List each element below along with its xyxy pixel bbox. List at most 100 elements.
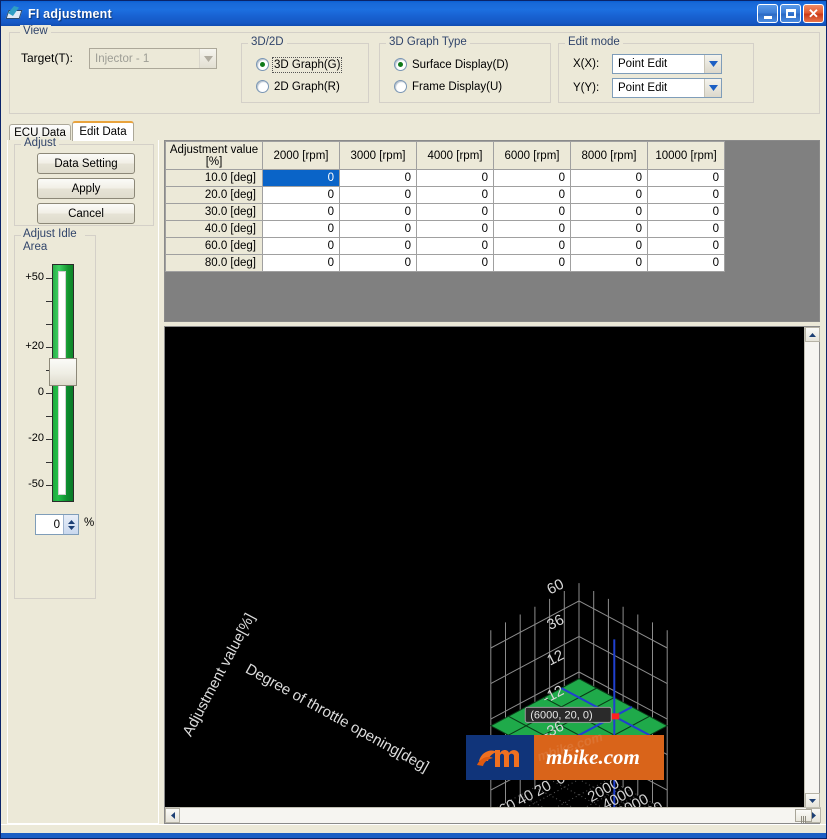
hscroll-thumb[interactable]	[795, 809, 812, 823]
target-combobox[interactable]: Injector - 1	[89, 48, 217, 69]
table-cell-5-5[interactable]: 0	[647, 254, 725, 272]
stepper-buttons[interactable]	[63, 515, 78, 534]
table-cell-5-0[interactable]: 0	[262, 254, 340, 272]
scroll-down-button[interactable]	[805, 793, 820, 808]
table-col-header-3[interactable]: 6000 [rpm]	[493, 141, 571, 170]
graph-vertical-scrollbar[interactable]	[804, 327, 820, 808]
minimize-button[interactable]	[757, 4, 778, 23]
table-cell-5-4[interactable]: 0	[570, 254, 648, 272]
table-col-header-4[interactable]: 8000 [rpm]	[570, 141, 648, 170]
table-cell-2-5[interactable]: 0	[647, 203, 725, 221]
chevron-down-icon	[67, 525, 75, 530]
table-row[interactable]: 10.0 [deg] 0 0 0 0 0 0	[165, 169, 725, 187]
scroll-left-button[interactable]	[165, 808, 180, 823]
apply-button[interactable]: Apply	[37, 178, 135, 199]
table-cell-5-1[interactable]: 0	[339, 254, 417, 272]
idle-slider-thumb[interactable]	[49, 358, 77, 386]
table-cell-2-4[interactable]: 0	[570, 203, 648, 221]
adjust-idle-area-group: Adjust Idle Area +50 +20 0 -20 -50 0 %	[14, 228, 96, 599]
edit-mode-y-combobox[interactable]: Point Edit	[612, 78, 722, 98]
table-col-header-0[interactable]: 2000 [rpm]	[262, 141, 340, 170]
cancel-button[interactable]: Cancel	[37, 203, 135, 224]
app-icon	[5, 6, 23, 21]
edit-mode-y-value: Point Edit	[618, 82, 668, 94]
table-cell-5-2[interactable]: 0	[416, 254, 494, 272]
table-row-header-5[interactable]: 80.0 [deg]	[165, 254, 263, 272]
radio-3d-graph[interactable]: 3D Graph(G)	[256, 56, 343, 73]
table-cell-4-1[interactable]: 0	[339, 237, 417, 255]
radio-label-frame: Frame Display(U)	[412, 80, 503, 93]
table-cell-2-3[interactable]: 0	[493, 203, 571, 221]
table-row[interactable]: 30.0 [deg] 0 0 0 0 0 0	[165, 203, 725, 221]
idle-legend-line2: Area	[23, 241, 48, 253]
title-bar: FI adjustment ✕	[1, 1, 826, 26]
table-cell-2-2[interactable]: 0	[416, 203, 494, 221]
table-cell-1-5[interactable]: 0	[647, 186, 725, 204]
table-cell-3-0[interactable]: 0	[262, 220, 340, 238]
table-cell-0-3[interactable]: 0	[493, 169, 571, 187]
table-cell-0-1[interactable]: 0	[339, 169, 417, 187]
table-row-header-1[interactable]: 20.0 [deg]	[165, 186, 263, 204]
table-cell-4-2[interactable]: 0	[416, 237, 494, 255]
graph-type-legend: 3D Graph Type	[386, 36, 470, 48]
table-cell-3-2[interactable]: 0	[416, 220, 494, 238]
table-cell-3-1[interactable]: 0	[339, 220, 417, 238]
dim-group: 3D/2D 3D Graph(G) 2D Graph(R)	[241, 36, 369, 103]
table-cell-1-1[interactable]: 0	[339, 186, 417, 204]
table-col-header-1[interactable]: 3000 [rpm]	[339, 141, 417, 170]
fi-adjustment-window: FI adjustment ✕ View Target(T): Injector…	[0, 0, 827, 839]
table-row-header-3[interactable]: 40.0 [deg]	[165, 220, 263, 238]
table-cell-5-3[interactable]: 0	[493, 254, 571, 272]
table-row[interactable]: 40.0 [deg] 0 0 0 0 0 0	[165, 220, 725, 238]
graph-horizontal-scrollbar[interactable]	[165, 807, 821, 823]
scroll-up-button[interactable]	[805, 327, 820, 342]
table-cell-0-0[interactable]: 0	[262, 169, 340, 187]
table-cell-4-4[interactable]: 0	[570, 237, 648, 255]
table-cell-0-2[interactable]: 0	[416, 169, 494, 187]
close-button[interactable]: ✕	[803, 4, 824, 23]
table-cell-2-0[interactable]: 0	[262, 203, 340, 221]
table-cell-3-5[interactable]: 0	[647, 220, 725, 238]
chevron-down-icon	[199, 49, 216, 68]
table-col-header-2[interactable]: 4000 [rpm]	[416, 141, 494, 170]
radio-indicator-3d	[256, 58, 269, 71]
table-row-header-4[interactable]: 60.0 [deg]	[165, 237, 263, 255]
maximize-button[interactable]	[780, 4, 801, 23]
chevron-down-icon[interactable]	[704, 55, 721, 73]
table-cell-4-0[interactable]: 0	[262, 237, 340, 255]
table-cell-2-1[interactable]: 0	[339, 203, 417, 221]
svg-text:(6000, 20, 0): (6000, 20, 0)	[530, 709, 592, 721]
table-cell-1-0[interactable]: 0	[262, 186, 340, 204]
table-row-header-0[interactable]: 10.0 [deg]	[165, 169, 263, 187]
table-cell-1-4[interactable]: 0	[570, 186, 648, 204]
data-setting-button[interactable]: Data Setting	[37, 153, 135, 174]
table-cell-4-5[interactable]: 0	[647, 237, 725, 255]
table-cell-0-5[interactable]: 0	[647, 169, 725, 187]
chevron-down-icon[interactable]	[704, 79, 721, 97]
radio-2d-graph[interactable]: 2D Graph(R)	[256, 80, 340, 93]
edit-mode-x-combobox[interactable]: Point Edit	[612, 54, 722, 74]
idle-legend-line1: Adjust Idle	[23, 228, 77, 240]
idle-tick-plus50: +50	[25, 271, 44, 283]
table-cell-0-4[interactable]: 0	[570, 169, 648, 187]
table-cell-4-3[interactable]: 0	[493, 237, 571, 255]
target-label: Target(T):	[21, 51, 74, 65]
radio-frame-display[interactable]: Frame Display(U)	[394, 80, 502, 93]
table-col-header-5[interactable]: 10000 [rpm]	[647, 141, 725, 170]
table-row[interactable]: 20.0 [deg] 0 0 0 0 0 0	[165, 186, 725, 204]
table-row[interactable]: 60.0 [deg] 0 0 0 0 0 0	[165, 237, 725, 255]
dim-group-legend: 3D/2D	[248, 36, 287, 48]
table-row[interactable]: 80.0 [deg] 0 0 0 0 0 0	[165, 254, 725, 272]
table-row-header-2[interactable]: 30.0 [deg]	[165, 203, 263, 221]
idle-value-stepper[interactable]: 0	[35, 514, 79, 535]
idle-slider[interactable]	[49, 264, 77, 502]
radio-surface-display[interactable]: Surface Display(D)	[394, 58, 509, 71]
table-cell-3-3[interactable]: 0	[493, 220, 571, 238]
edit-mode-group: Edit mode X(X): Point Edit Y(Y): Point E…	[558, 36, 754, 103]
table-cell-3-4[interactable]: 0	[570, 220, 648, 238]
idle-value-input[interactable]: 0	[36, 519, 63, 531]
adjustment-table[interactable]: Adjustment value [%] 2000 [rpm] 3000 [rpm] 4…	[165, 141, 725, 272]
table-cell-1-2[interactable]: 0	[416, 186, 494, 204]
tab-edit-data[interactable]: Edit Data	[72, 121, 134, 141]
table-cell-1-3[interactable]: 0	[493, 186, 571, 204]
